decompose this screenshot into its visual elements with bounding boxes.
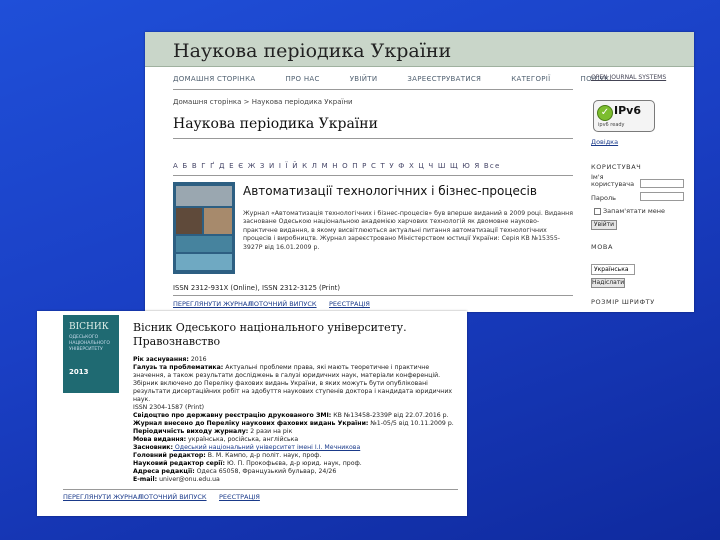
journal-link-register[interactable]: РЕЄСТРАЦІЯ — [329, 300, 370, 308]
journal-cover-art — [173, 182, 235, 274]
cover-subtitle: ОДЕСЬКОГО НАЦІОНАЛЬНОГО УНІВЕРСИТЕТУ — [69, 335, 110, 352]
cover-title: ВІСНИК — [69, 322, 109, 332]
language-submit-button[interactable]: Надіслати — [591, 278, 625, 288]
ojs-link[interactable]: OPEN JOURNAL SYSTEMS — [591, 74, 666, 81]
user-heading: КОРИСТУВАЧ — [591, 163, 642, 171]
password-label: Пароль — [591, 194, 616, 202]
founder-link[interactable]: Одеський національний університет імені … — [173, 444, 360, 451]
info-science-editor: Науковий редактор серії: Ю. П. Прокофьєв… — [133, 460, 362, 467]
username-label: Ім'я користувача — [591, 173, 635, 188]
info-frequency: Періодичність виходу журналу: 2 рази на … — [133, 428, 293, 435]
journal-title[interactable]: Автоматизації технологічних і бізнес-про… — [243, 184, 537, 198]
nav-categories[interactable]: КАТЕГОРІЇ — [511, 75, 550, 83]
remember-label: Запам'ятати мене — [603, 207, 665, 215]
nav-login[interactable]: УВІЙТИ — [350, 75, 378, 83]
visnyk-cover-image[interactable]: ВІСНИК ОДЕСЬКОГО НАЦІОНАЛЬНОГО УНІВЕРСИТ… — [63, 315, 119, 393]
nav-about[interactable]: ПРО НАС — [285, 75, 319, 83]
journal-link-current[interactable]: ПОТОЧНИЙ ВИПУСК — [249, 300, 317, 308]
title-divider — [173, 138, 573, 139]
cover-year: 2013 — [69, 368, 89, 376]
password-input[interactable] — [640, 192, 684, 201]
help-link[interactable]: Довідка — [591, 138, 618, 146]
remember-checkbox[interactable] — [594, 208, 601, 215]
info-language: Мова видання: українська, російська, анг… — [133, 436, 299, 443]
ipv6-sub: ipv6 ready — [598, 122, 625, 128]
info-issn: ISSN 2304-1587 (Print) — [133, 404, 205, 411]
info-list: Журнал внесено до Переліку наукових фахо… — [133, 420, 454, 427]
alphabet-divider — [173, 175, 573, 176]
nav-divider — [173, 89, 573, 90]
visnyk-divider — [63, 489, 458, 490]
ipv6-label: IPv6 — [614, 104, 641, 117]
breadcrumb[interactable]: Домашня сторінка > Наукова періодика Укр… — [173, 98, 353, 106]
journal-divider — [173, 295, 573, 296]
info-registration: Свідоцтво про державну реєстрацію друков… — [133, 412, 449, 419]
ipv6-check-icon: ✓ — [597, 105, 613, 121]
language-heading: МОВА — [591, 243, 614, 251]
username-input[interactable] — [640, 179, 684, 188]
main-nav: ДОМАШНЯ СТОРІНКА ПРО НАС УВІЙТИ ЗАРЕЄСТР… — [173, 75, 640, 83]
info-address: Адреса редакції: Одеса 65058, Французьки… — [133, 468, 337, 475]
journal-link-view[interactable]: ПЕРЕГЛЯНУТИ ЖУРНАЛ — [173, 300, 252, 308]
nav-home[interactable]: ДОМАШНЯ СТОРІНКА — [173, 75, 255, 83]
page-title: Наукова періодика України — [173, 116, 378, 132]
language-select[interactable]: Українська — [591, 264, 635, 275]
journal-info: Рік заснування: 2016 Галузь та проблемат… — [133, 356, 463, 484]
journal-cover-image[interactable] — [173, 182, 235, 274]
info-email: E-mail: univer@onu.edu.ua — [133, 476, 220, 483]
info-scope: Галузь та проблематика: Актуальні пробле… — [133, 364, 453, 403]
visnyk-title[interactable]: Вісник Одеського національного університ… — [133, 321, 463, 349]
site-header: Наукова періодика України — [145, 32, 694, 67]
visnyk-link-view[interactable]: ПЕРЕГЛЯНУТИ ЖУРНАЛ — [63, 493, 142, 501]
login-button[interactable]: Увійти — [591, 220, 617, 230]
journal-description: Журнал «Автоматизація технологічних і бі… — [243, 210, 573, 251]
visnyk-link-register[interactable]: РЕЄСТРАЦІЯ — [219, 493, 260, 501]
site-title: Наукова періодика України — [173, 40, 452, 62]
font-size-heading: РОЗМІР ШРИФТУ — [591, 298, 655, 306]
nav-register[interactable]: ЗАРЕЄСТРУВАТИСЯ — [407, 75, 481, 83]
visnyk-journal-screenshot: ВІСНИК ОДЕСЬКОГО НАЦІОНАЛЬНОГО УНІВЕРСИТ… — [37, 311, 467, 516]
info-founder: Засновник: Одеський національний універс… — [133, 444, 361, 451]
ojs-journal-page-screenshot: Наукова періодика України ДОМАШНЯ СТОРІН… — [145, 32, 694, 312]
info-editor: Головний редактор: В. М. Кампо, д-р полі… — [133, 452, 322, 459]
language-select-value: Українська — [594, 266, 629, 273]
alphabet-filter[interactable]: А Б В Г Ґ Д Е Є Ж З И І Ї Й К Л М Н О П … — [173, 162, 500, 170]
info-founded: Рік заснування: 2016 — [133, 356, 207, 363]
ipv6-badge[interactable]: ✓ IPv6 ipv6 ready — [593, 100, 655, 132]
visnyk-link-current[interactable]: ПОТОЧНИЙ ВИПУСК — [139, 493, 207, 501]
journal-issn: ISSN 2312-931X (Online), ISSN 2312-3125 … — [173, 284, 340, 292]
